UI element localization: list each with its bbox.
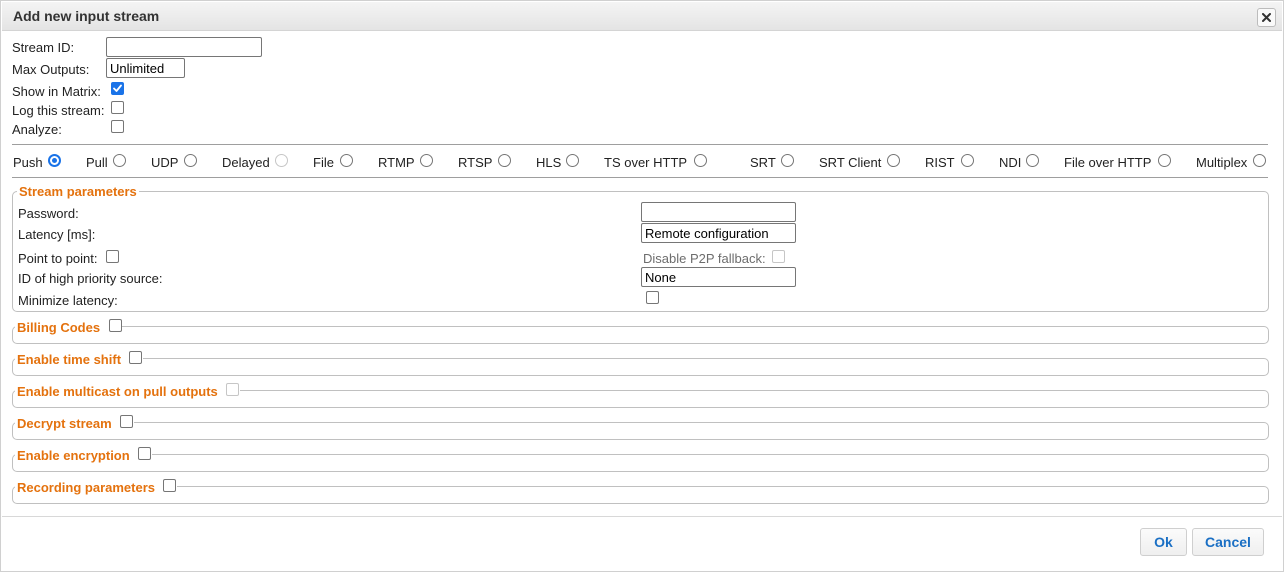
disable-p2p-fallback-checkbox [772, 250, 785, 263]
point-to-point-checkbox[interactable] [106, 250, 119, 263]
ok-button[interactable]: Ok [1140, 528, 1187, 556]
recording-parameters-checkbox[interactable] [163, 479, 176, 492]
protocol-label-file: File [313, 155, 334, 170]
dialog-footer-divider [2, 516, 1282, 517]
dialog-title: Add new input stream [13, 8, 160, 24]
protocol-radio-rtsp[interactable] [498, 154, 511, 167]
section-decrypt-stream-box [12, 422, 1269, 440]
divider-protocols [12, 177, 1268, 178]
section-billing-codes-label: Billing Codes [15, 320, 123, 335]
section-recording-parameters-label: Recording parameters [15, 480, 177, 495]
latency-input[interactable] [641, 223, 796, 243]
show-in-matrix-label: Show in Matrix: [12, 84, 101, 99]
protocol-radio-multiplex[interactable] [1253, 154, 1266, 167]
protocol-radio-delayed [275, 154, 288, 167]
log-stream-checkbox[interactable] [111, 101, 124, 114]
checkmark-icon [113, 84, 122, 92]
max-outputs-input[interactable] [106, 58, 185, 78]
section-multicast-pull-label: Enable multicast on pull outputs [15, 384, 240, 399]
protocol-radio-ts-over-http[interactable] [694, 154, 707, 167]
point-to-point-label: Point to point: [18, 251, 98, 266]
divider-top [12, 144, 1268, 145]
section-decrypt-stream-label: Decrypt stream [15, 416, 134, 431]
protocol-radio-file-over-http[interactable] [1158, 154, 1171, 167]
log-stream-label: Log this stream: [12, 103, 105, 118]
password-input[interactable] [641, 202, 796, 222]
protocol-label-delayed: Delayed [222, 155, 270, 170]
enable-encryption-checkbox[interactable] [138, 447, 151, 460]
protocol-radio-file[interactable] [340, 154, 353, 167]
protocol-label-ts-over-http: TS over HTTP [604, 155, 688, 170]
section-enable-encryption-box [12, 454, 1269, 472]
max-outputs-label: Max Outputs: [12, 62, 90, 77]
protocol-radio-udp[interactable] [184, 154, 197, 167]
close-icon [1262, 13, 1271, 22]
minimize-latency-checkbox[interactable] [646, 291, 659, 304]
high-priority-source-input[interactable] [641, 267, 796, 287]
stream-id-input[interactable] [106, 37, 262, 57]
protocol-label-rtmp: RTMP [378, 155, 415, 170]
protocol-radio-push[interactable] [48, 154, 61, 167]
protocol-label-file-over-http: File over HTTP [1064, 155, 1152, 170]
protocol-label-rist: RIST [925, 155, 955, 170]
protocol-radio-srt-client[interactable] [887, 154, 900, 167]
stream-parameters-legend: Stream parameters [17, 184, 139, 199]
protocol-label-srt-client: SRT Client [819, 155, 882, 170]
close-button[interactable] [1257, 8, 1276, 27]
time-shift-checkbox[interactable] [129, 351, 142, 364]
show-in-matrix-checkbox[interactable] [111, 82, 124, 95]
protocol-label-pull: Pull [86, 155, 108, 170]
high-priority-source-label: ID of high priority source: [18, 271, 163, 286]
stream-id-label: Stream ID: [12, 40, 75, 55]
protocol-label-push: Push [13, 155, 43, 170]
protocol-radio-rtmp[interactable] [420, 154, 433, 167]
analyze-checkbox[interactable] [111, 120, 124, 133]
dialog-titlebar: Add new input stream [2, 2, 1282, 31]
disable-p2p-fallback-label: Disable P2P fallback: [643, 251, 766, 266]
cancel-button[interactable]: Cancel [1192, 528, 1264, 556]
protocol-radio-ndi[interactable] [1026, 154, 1039, 167]
section-time-shift-label: Enable time shift [15, 352, 144, 367]
protocol-label-srt: SRT [750, 155, 776, 170]
password-label: Password: [18, 206, 79, 221]
protocol-label-rtsp: RTSP [458, 155, 493, 170]
section-recording-parameters-box [12, 486, 1269, 504]
section-enable-encryption-label: Enable encryption [15, 448, 152, 463]
analyze-label: Analyze: [12, 122, 62, 137]
multicast-pull-checkbox [226, 383, 239, 396]
protocol-radio-pull[interactable] [113, 154, 126, 167]
section-time-shift-box [12, 358, 1269, 376]
section-billing-codes-box [12, 326, 1269, 344]
latency-label: Latency [ms]: [18, 227, 96, 242]
protocol-label-ndi: NDI [999, 155, 1022, 170]
protocol-radio-rist[interactable] [961, 154, 974, 167]
protocol-label-multiplex: Multiplex [1196, 155, 1248, 170]
protocol-radio-srt[interactable] [781, 154, 794, 167]
protocol-label-udp: UDP [151, 155, 179, 170]
protocol-radio-hls[interactable] [566, 154, 579, 167]
protocol-label-hls: HLS [536, 155, 562, 170]
minimize-latency-label: Minimize latency: [18, 293, 118, 308]
decrypt-stream-checkbox[interactable] [120, 415, 133, 428]
add-input-stream-dialog: Add new input stream Stream ID: Max Outp… [0, 0, 1284, 572]
billing-codes-checkbox[interactable] [109, 319, 122, 332]
